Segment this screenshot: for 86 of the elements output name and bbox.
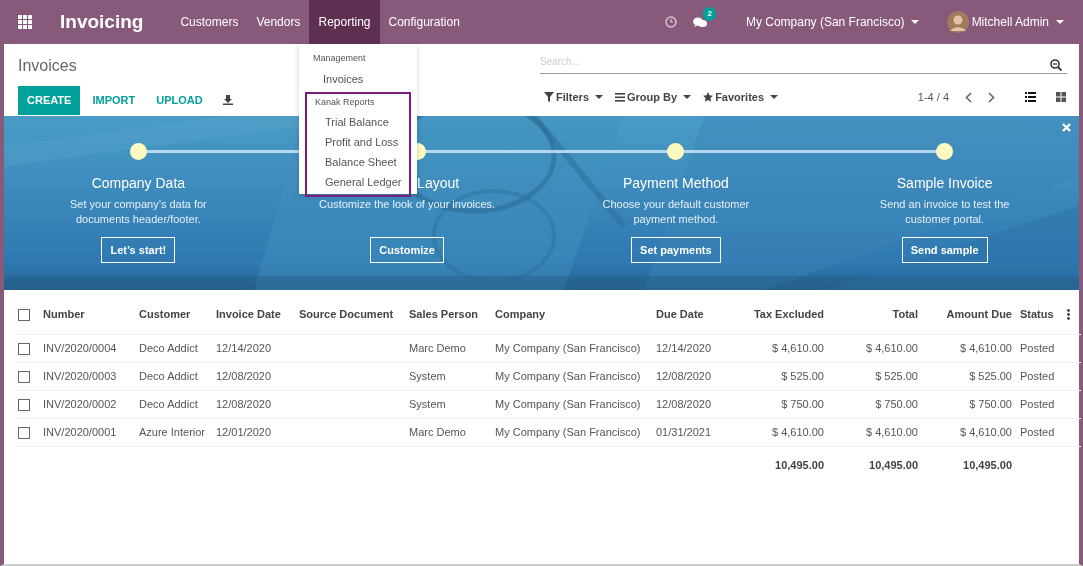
table-cell: Posted [1020,397,1055,410]
step-description: Customize the look of your invoices. [318,197,497,212]
table-cell: 12/14/2020 [656,341,712,354]
step-button[interactable]: Let’s start! [101,236,176,263]
column-header[interactable]: Invoice Date [216,307,281,320]
table-cell: 12/08/2020 [656,369,712,382]
menu-section-header: Kanak Reports [314,95,376,109]
menu-item[interactable]: Configuration [379,0,469,44]
table-cell: My Company (San Francisco) [495,369,641,382]
column-header[interactable]: Company [495,307,546,320]
table-cell: 01/31/2021 [656,425,712,438]
table-cell: $ 750.00 [969,397,1012,410]
column-header[interactable]: Status [1020,307,1054,320]
filter-menu-button[interactable]: Favorites [699,89,783,106]
table-cell: Posted [1020,341,1055,354]
table-cell: INV/2020/0004 [43,341,117,354]
table-cell: 12/08/2020 [656,397,712,410]
table-cell: INV/2020/0001 [43,425,117,438]
step-description: Set your company’s data for documents header/footer. [69,197,208,227]
table-cell: $ 4,610.00 [960,341,1012,354]
table-cell: $ 4,610.00 [772,425,824,438]
column-header[interactable]: Source Document [299,307,394,320]
page-title: Invoices [18,56,77,76]
company-switcher[interactable]: My Company (San Francisco) [736,0,928,44]
pager-value: 1-4 / 4 [917,90,949,105]
message-count-badge: 2 [703,7,716,21]
menu-item[interactable]: Reporting [309,0,380,44]
filter-menu-button[interactable]: Group By [611,89,696,106]
column-header[interactable]: Due Date [656,307,704,320]
menu-item[interactable]: Vendors [247,0,310,44]
step-description: Send an invoice to test the customer portal. [878,197,1011,227]
table-cell: Deco Addict [139,341,198,354]
table-cell: 12/14/2020 [216,341,272,354]
column-header[interactable]: Tax Excluded [753,307,824,320]
dropdown-item[interactable]: Trial Balance [307,115,409,135]
table-cell: System [409,397,446,410]
table-cell: $ 525.00 [969,369,1012,382]
table-cell: Posted [1020,425,1055,438]
table-cell: $ 525.00 [875,369,918,382]
table-cell: $ 4,610.00 [866,425,918,438]
table-cell: 12/01/2020 [216,425,272,438]
step-button[interactable]: Customize [370,236,444,263]
menu-item[interactable]: Customers [171,0,248,44]
column-header[interactable]: Amount Due [946,307,1012,320]
step-title: Payment Method [622,174,729,193]
table-cell: 12/08/2020 [216,397,272,410]
table-cell: $ 4,610.00 [772,341,824,354]
step-title: Company Data [91,174,186,193]
step-button[interactable]: Send sample [901,236,988,263]
table-cell: INV/2020/0002 [43,397,117,410]
table-cell: $ 4,610.00 [866,341,918,354]
table-cell: Posted [1020,369,1055,382]
table-cell: $ 4,610.00 [960,425,1012,438]
app-title: Invoicing [60,9,144,34]
menu-section-header: Management [312,52,367,65]
table-cell: Deco Addict [139,397,198,410]
step-title: Sample Invoice [896,174,993,193]
column-header[interactable]: Customer [139,307,191,320]
dropdown-item[interactable]: Profit and Loss [307,135,409,155]
table-cell: Azure Interior [139,425,206,438]
step-button[interactable]: Set payments [631,236,721,263]
table-cell: $ 525.00 [781,369,824,382]
column-header[interactable]: Total [892,307,918,320]
dropdown-item[interactable]: Balance Sheet [307,155,409,175]
table-cell: My Company (San Francisco) [495,425,641,438]
table-cell: Deco Addict [139,369,198,382]
filter-menu-button[interactable]: Filters [540,89,607,106]
table-cell: $ 750.00 [781,397,824,410]
table-cell: Marc Demo [409,425,466,438]
column-total: 10,495.00 [963,459,1012,471]
column-total: 10,495.00 [869,459,918,471]
column-header[interactable]: Sales Person [409,307,479,320]
table-cell: My Company (San Francisco) [495,341,641,354]
table-cell: System [409,369,446,382]
dropdown-item[interactable]: Invoices [299,71,417,92]
table-cell: INV/2020/0003 [43,369,117,382]
table-cell: My Company (San Francisco) [495,397,641,410]
dropdown-item[interactable]: General Ledger [307,175,409,195]
step-title: Layout [417,174,460,193]
column-header[interactable]: Number [43,307,85,320]
table-cell: $ 750.00 [875,397,918,410]
table-cell: 12/08/2020 [216,369,272,382]
step-description: Choose your default customer payment method. [601,197,751,227]
column-total: 10,495.00 [775,459,824,471]
user-menu[interactable]: Mitchell Admin [937,0,1073,44]
table-cell: Marc Demo [409,341,466,354]
